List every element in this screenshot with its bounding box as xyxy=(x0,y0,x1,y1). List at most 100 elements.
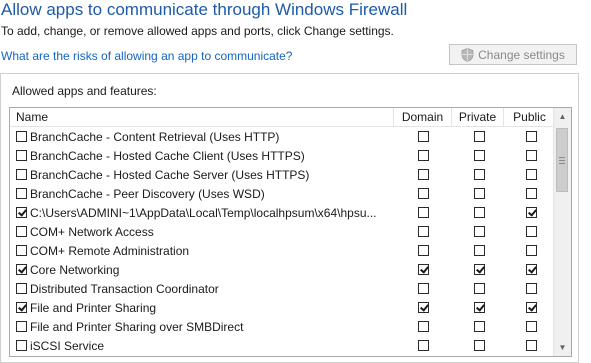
app-enabled-checkbox[interactable] xyxy=(16,207,27,218)
app-name-cell: COM+ Network Access xyxy=(16,224,154,239)
table-row[interactable]: BranchCache - Hosted Cache Client (Uses … xyxy=(10,146,562,165)
app-name-cell: Distributed Transaction Coordinator xyxy=(16,281,219,296)
private-checkbox[interactable] xyxy=(474,226,485,237)
app-enabled-checkbox[interactable] xyxy=(16,283,27,294)
scrollbar-thumb[interactable] xyxy=(556,128,568,192)
domain-checkbox[interactable] xyxy=(418,150,429,161)
page-subtitle: To add, change, or remove allowed apps a… xyxy=(1,24,394,38)
app-name-label: BranchCache - Peer Discovery (Uses WSD) xyxy=(30,186,265,201)
app-enabled-checkbox[interactable] xyxy=(16,302,27,313)
app-name-cell: BranchCache - Hosted Cache Server (Uses … xyxy=(16,167,309,182)
public-checkbox[interactable] xyxy=(526,302,537,313)
app-name-cell: BranchCache - Peer Discovery (Uses WSD) xyxy=(16,186,265,201)
table-row[interactable]: BranchCache - Hosted Cache Server (Uses … xyxy=(10,165,562,184)
public-checkbox[interactable] xyxy=(526,245,537,256)
private-checkbox[interactable] xyxy=(474,150,485,161)
private-checkbox[interactable] xyxy=(474,245,485,256)
table-row[interactable]: BranchCache - Peer Discovery (Uses WSD) xyxy=(10,184,562,203)
private-checkbox[interactable] xyxy=(474,321,485,332)
domain-checkbox[interactable] xyxy=(418,169,429,180)
app-name-label: File and Printer Sharing over SMBDirect xyxy=(30,319,244,334)
domain-checkbox[interactable] xyxy=(418,188,429,199)
public-checkbox[interactable] xyxy=(526,188,537,199)
app-name-cell: COM+ Remote Administration xyxy=(16,243,189,258)
app-name-label: COM+ Remote Administration xyxy=(30,243,190,258)
list-header: Name Domain Private Public xyxy=(10,108,562,127)
app-enabled-checkbox[interactable] xyxy=(16,150,27,161)
table-row[interactable]: BranchCache - Content Retrieval (Uses HT… xyxy=(10,127,562,146)
domain-checkbox[interactable] xyxy=(418,283,429,294)
private-checkbox[interactable] xyxy=(474,131,485,142)
domain-checkbox[interactable] xyxy=(418,302,429,313)
domain-checkbox[interactable] xyxy=(418,245,429,256)
column-header-domain[interactable]: Domain xyxy=(394,108,452,126)
app-name-cell: iSCSI Service xyxy=(16,338,104,353)
public-checkbox[interactable] xyxy=(526,283,537,294)
grip-icon xyxy=(559,156,565,164)
domain-checkbox[interactable] xyxy=(418,207,429,218)
private-checkbox[interactable] xyxy=(474,264,485,275)
private-checkbox[interactable] xyxy=(474,169,485,180)
app-enabled-checkbox[interactable] xyxy=(16,321,27,332)
risks-link[interactable]: What are the risks of allowing an app to… xyxy=(1,49,292,63)
app-name-cell: File and Printer Sharing xyxy=(16,300,156,315)
chevron-up-icon[interactable]: ▲ xyxy=(554,108,571,125)
app-name-cell: Core Networking xyxy=(16,262,119,277)
app-enabled-checkbox[interactable] xyxy=(16,245,27,256)
domain-checkbox[interactable] xyxy=(418,131,429,142)
app-enabled-checkbox[interactable] xyxy=(16,188,27,199)
app-name-label: COM+ Network Access xyxy=(30,224,154,239)
private-checkbox[interactable] xyxy=(474,302,485,313)
domain-checkbox[interactable] xyxy=(418,321,429,332)
change-settings-label: Change settings xyxy=(478,47,565,62)
public-checkbox[interactable] xyxy=(526,169,537,180)
private-checkbox[interactable] xyxy=(474,207,485,218)
app-enabled-checkbox[interactable] xyxy=(16,131,27,142)
app-name-cell: BranchCache - Content Retrieval (Uses HT… xyxy=(16,129,279,144)
column-header-name[interactable]: Name xyxy=(10,108,394,126)
domain-checkbox[interactable] xyxy=(418,226,429,237)
change-settings-button[interactable]: Change settings xyxy=(449,44,577,65)
private-checkbox[interactable] xyxy=(474,340,485,351)
domain-checkbox[interactable] xyxy=(418,264,429,275)
table-row[interactable]: Distributed Transaction Coordinator xyxy=(10,279,562,298)
table-row[interactable]: File and Printer Sharing xyxy=(10,298,562,317)
public-checkbox[interactable] xyxy=(526,340,537,351)
uac-shield-icon xyxy=(461,47,474,62)
app-name-label: BranchCache - Content Retrieval (Uses HT… xyxy=(30,129,280,144)
column-header-public[interactable]: Public xyxy=(504,108,556,126)
table-row[interactable]: C:\Users\ADMINI~1\AppData\Local\Temp\loc… xyxy=(10,203,562,222)
app-enabled-checkbox[interactable] xyxy=(16,340,27,351)
app-enabled-checkbox[interactable] xyxy=(16,264,27,275)
allowed-apps-label: Allowed apps and features: xyxy=(12,84,157,98)
public-checkbox[interactable] xyxy=(526,207,537,218)
table-row[interactable]: File and Printer Sharing over SMBDirect xyxy=(10,317,562,336)
table-row[interactable]: iSCSI Service xyxy=(10,336,562,355)
page-title: Allow apps to communicate through Window… xyxy=(1,0,408,19)
app-name-label: BranchCache - Hosted Cache Server (Uses … xyxy=(30,167,310,182)
app-name-label: C:\Users\ADMINI~1\AppData\Local\Temp\loc… xyxy=(30,205,377,220)
allowed-apps-group: Allowed apps and features: Name Domain P… xyxy=(0,73,579,363)
public-checkbox[interactable] xyxy=(526,226,537,237)
public-checkbox[interactable] xyxy=(526,150,537,161)
allowed-apps-list: Name Domain Private Public BranchCache -… xyxy=(9,107,572,357)
table-row[interactable]: COM+ Network Access xyxy=(10,222,562,241)
public-checkbox[interactable] xyxy=(526,321,537,332)
private-checkbox[interactable] xyxy=(474,188,485,199)
private-checkbox[interactable] xyxy=(474,283,485,294)
public-checkbox[interactable] xyxy=(526,264,537,275)
vertical-scrollbar[interactable]: ▲ ▼ xyxy=(553,108,571,356)
app-name-label: File and Printer Sharing xyxy=(30,300,157,315)
app-name-label: iSCSI Service xyxy=(30,338,105,353)
chevron-down-icon[interactable]: ▼ xyxy=(554,339,571,356)
column-header-private[interactable]: Private xyxy=(452,108,504,126)
app-name-label: Distributed Transaction Coordinator xyxy=(30,281,219,296)
table-row[interactable]: COM+ Remote Administration xyxy=(10,241,562,260)
app-name-cell: C:\Users\ADMINI~1\AppData\Local\Temp\loc… xyxy=(16,205,377,220)
domain-checkbox[interactable] xyxy=(418,340,429,351)
app-enabled-checkbox[interactable] xyxy=(16,169,27,180)
public-checkbox[interactable] xyxy=(526,131,537,142)
table-row[interactable]: Core Networking xyxy=(10,260,562,279)
app-name-label: BranchCache - Hosted Cache Client (Uses … xyxy=(30,148,305,163)
app-enabled-checkbox[interactable] xyxy=(16,226,27,237)
